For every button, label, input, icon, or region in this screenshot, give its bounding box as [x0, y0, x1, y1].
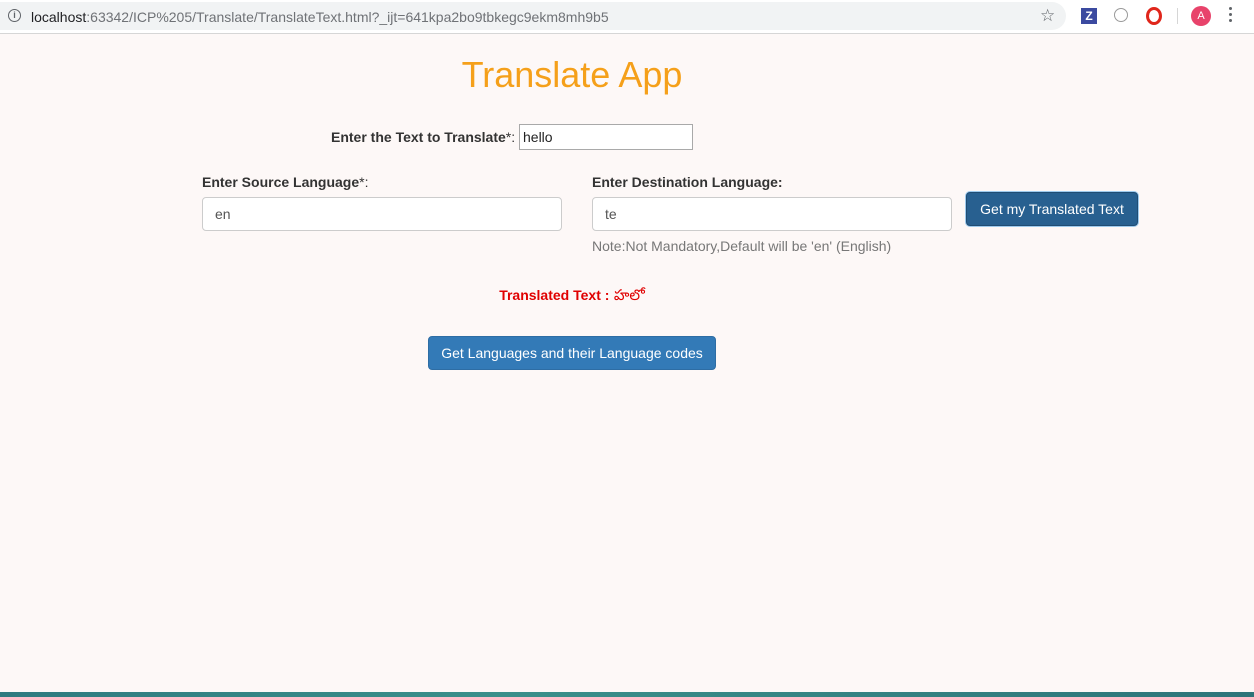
source-label-text: Enter Source Language — [202, 174, 360, 190]
source-required-mark: *: — [359, 174, 369, 190]
address-bar[interactable]: i localhost:63342/ICP%205/Translate/Tran… — [0, 2, 1066, 30]
get-translated-text-button[interactable]: Get my Translated Text — [966, 192, 1138, 226]
z-extension-icon[interactable]: Z — [1081, 8, 1097, 24]
required-mark: *: — [505, 129, 516, 145]
text-to-translate-label: Enter the Text to Translate*: — [331, 129, 515, 145]
info-icon[interactable]: i — [8, 9, 21, 22]
translated-text-label: Translated Text : — [499, 287, 610, 303]
bookmark-star-icon[interactable]: ☆ — [1040, 7, 1055, 25]
url-path: :63342/ICP%205/Translate/TranslateText.h… — [86, 9, 609, 25]
page-title: Translate App — [461, 54, 683, 95]
opera-extension-icon[interactable] — [1146, 7, 1162, 25]
text-label: Enter the Text to Translate — [331, 129, 506, 145]
extension-circle-icon[interactable] — [1114, 8, 1128, 22]
url-host: localhost — [31, 9, 87, 25]
translated-text-value: హలో — [613, 286, 645, 304]
destination-note: Note:Not Mandatory,Default will be 'en' … — [592, 238, 892, 254]
browser-toolbar: i localhost:63342/ICP%205/Translate/Tran… — [0, 0, 1254, 34]
destination-language-input[interactable] — [592, 197, 952, 231]
source-language-label: Enter Source Language*: — [202, 174, 369, 190]
text-to-translate-input[interactable] — [519, 124, 693, 150]
os-taskbar — [0, 692, 1254, 697]
toolbar-divider — [1177, 8, 1178, 24]
get-languages-button[interactable]: Get Languages and their Language codes — [428, 336, 716, 370]
source-language-input[interactable] — [202, 197, 562, 231]
browser-menu-icon[interactable] — [1229, 7, 1233, 25]
translated-result: Translated Text : హలో — [0, 286, 1144, 308]
destination-language-label: Enter Destination Language: — [592, 174, 783, 190]
profile-avatar[interactable]: A — [1191, 6, 1211, 26]
url-text[interactable]: localhost:63342/ICP%205/Translate/Transl… — [31, 9, 609, 25]
